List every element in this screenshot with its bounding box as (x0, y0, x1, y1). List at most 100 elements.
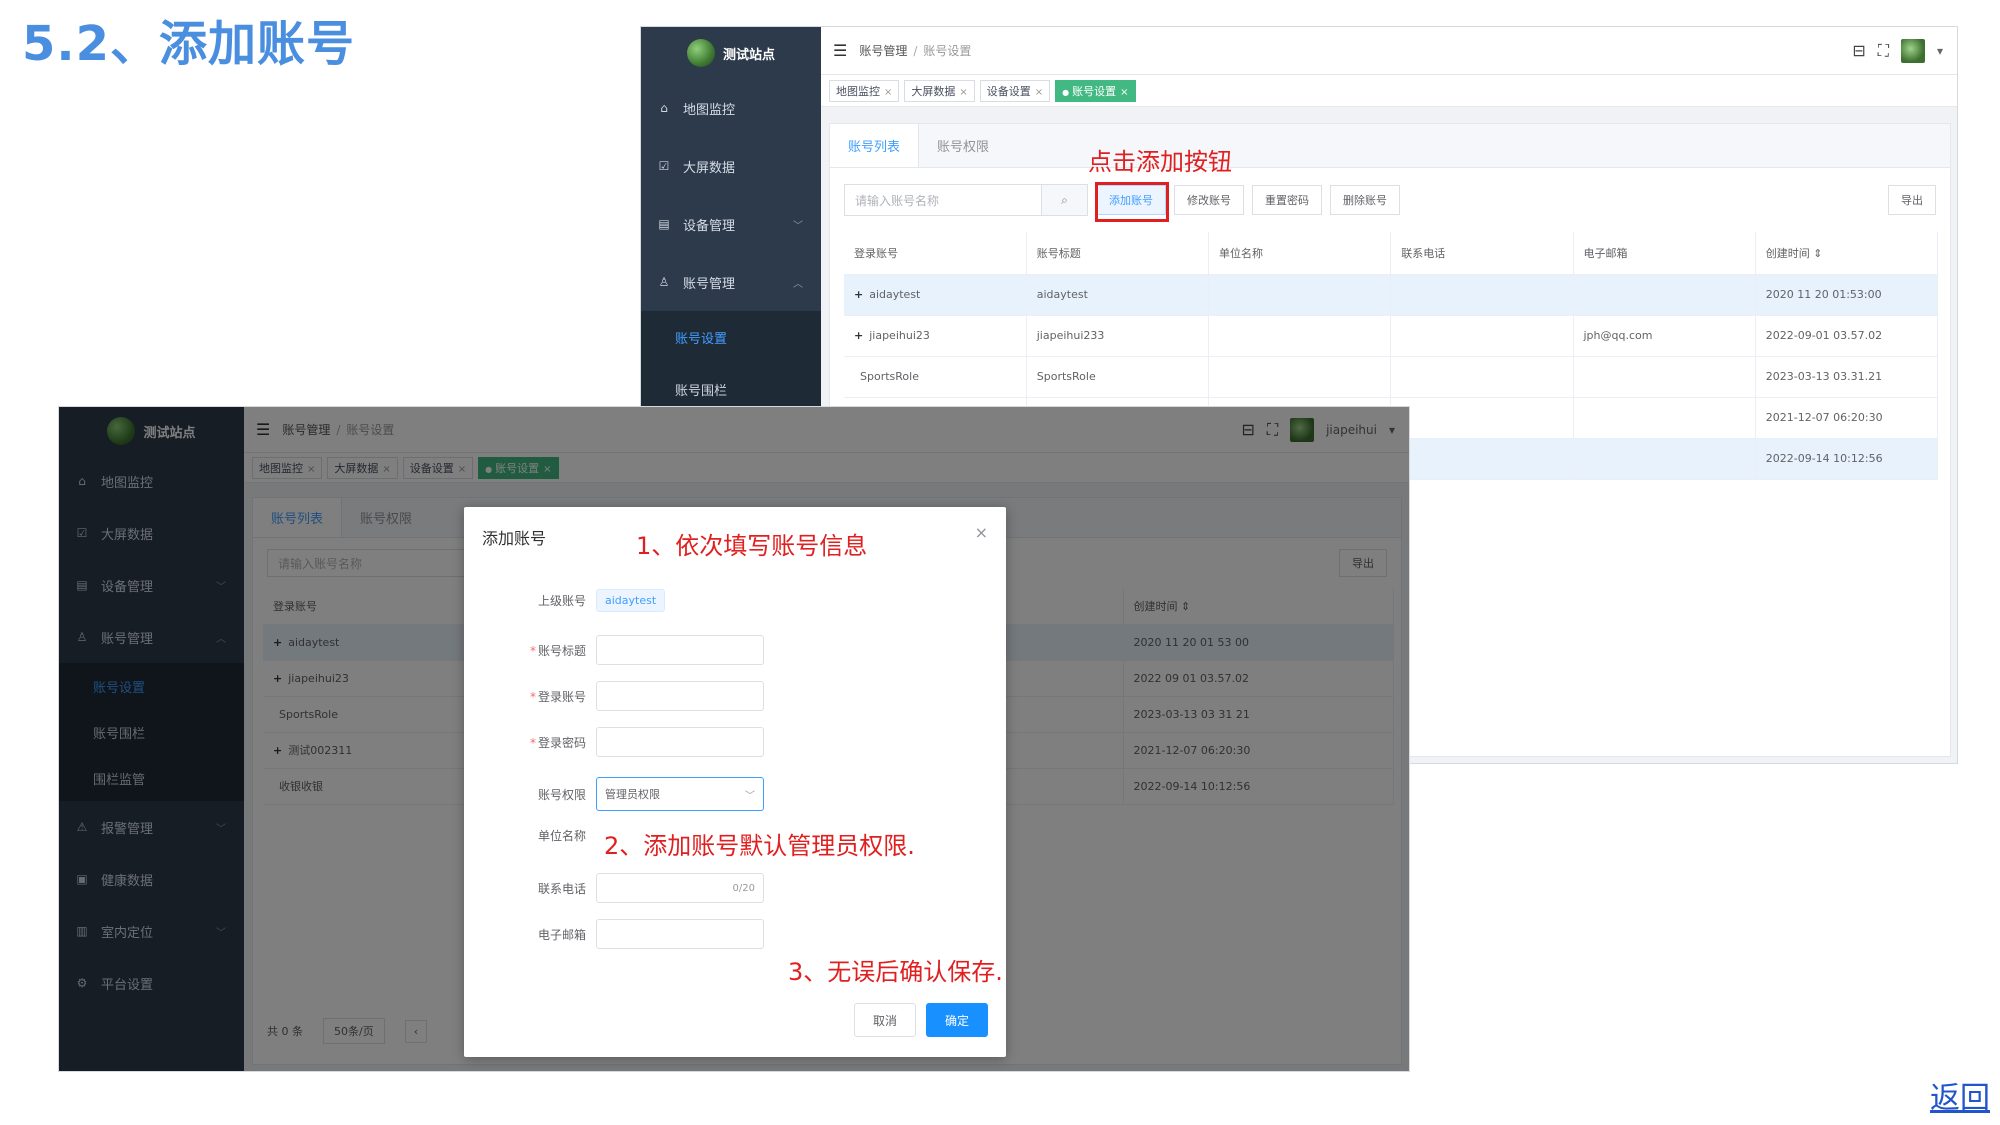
menu-label: 设备管理 (683, 218, 736, 234)
label-text: 登录密码 (537, 735, 586, 750)
cell-email (1573, 274, 1756, 316)
tag-account[interactable]: 账号设置× (1055, 79, 1136, 102)
toolbar: 请输入账号名称 ⌕ 添加账号 修改账号 重置密码 删除账号 导出 (830, 168, 1950, 232)
close-icon[interactable]: × (959, 87, 967, 98)
col-phone: 联系电话 (1390, 232, 1574, 275)
tag-screen[interactable]: 大屏数据× (904, 79, 975, 102)
required-mark: * (529, 735, 536, 750)
email-input[interactable] (596, 919, 764, 949)
cell-login: + aidaytest (844, 274, 1027, 316)
hamburger-icon[interactable]: ☰ (833, 41, 847, 60)
edit-account-button[interactable]: 修改账号 (1174, 185, 1244, 215)
breadcrumb: 账号管理 / 账号设置 (859, 42, 971, 59)
table-row[interactable]: + jiapeihui23 jiapeihui233 jph@qq.com 202… (844, 315, 1939, 357)
field-label: * 登录账号 (464, 688, 596, 705)
slide-title: 5.2、添加账号 (22, 16, 356, 72)
expand-icon[interactable]: + (854, 329, 863, 342)
cell-email (1573, 356, 1756, 398)
table-header: 登录账号 账号标题 单位名称 联系电话 电子邮箱 创建时间 ⇕ (844, 232, 1939, 275)
cell-created: 2021-12-07 06:20:30 (1755, 397, 1939, 439)
expand-icon[interactable]: + (854, 288, 863, 301)
menu-item-screen[interactable]: ☑ 大屏数据 (641, 137, 821, 195)
table-row[interactable]: + aidaytest aidaytest 2020 11 20 01:53:00 (844, 274, 1939, 316)
size-icon[interactable]: ⊟ (1852, 41, 1865, 60)
menu-item-device[interactable]: ▤ 设备管理 ﹀ (641, 195, 821, 253)
cell-phone (1390, 356, 1574, 398)
field-phone: 联系电话 0/20 (464, 873, 764, 903)
cell-email: jph@qq.com (1573, 315, 1756, 357)
cell-created: 2023-03-13 03.31.21 (1755, 356, 1939, 398)
close-icon[interactable]: × (1035, 87, 1043, 98)
cell-created: 2020 11 20 01:53:00 (1755, 274, 1939, 316)
tag-label: 地图监控 (836, 84, 880, 98)
breadcrumb-parent[interactable]: 账号管理 (859, 44, 907, 58)
field-parent-account: 上级账号 aidaytest (464, 589, 666, 612)
cell-created: 2022-09-14 10:12:56 (1755, 438, 1939, 480)
tag-label: 账号设置 (1072, 84, 1117, 98)
account-title-input[interactable] (596, 635, 764, 665)
user-dropdown[interactable]: ▾ (1937, 44, 1943, 58)
close-icon[interactable]: × (884, 87, 892, 98)
field-email: 电子邮箱 (464, 919, 764, 949)
field-account-title: * 账号标题 (464, 635, 764, 665)
delete-account-button[interactable]: 删除账号 (1330, 185, 1400, 215)
login-account-input[interactable] (596, 681, 764, 711)
server-icon: ▤ (658, 217, 670, 231)
field-label: * 账号标题 (464, 642, 596, 659)
dialog-title: 添加账号 (482, 529, 547, 548)
submenu-label: 账号围栏 (675, 383, 728, 399)
export-button[interactable]: 导出 (1888, 185, 1936, 215)
tab-account-permissions[interactable]: 账号权限 (919, 124, 1007, 167)
close-icon[interactable]: × (975, 523, 988, 542)
menu-item-map[interactable]: ⌂ 地图监控 (641, 79, 821, 137)
cell-unit (1208, 274, 1392, 316)
search-placeholder: 请输入账号名称 (855, 193, 940, 208)
password-input[interactable] (596, 727, 764, 757)
field-login-password: * 登录密码 (464, 727, 764, 757)
back-link[interactable]: 返回 (1930, 1073, 1990, 1117)
tag-map[interactable]: 地图监控 × (829, 79, 900, 102)
char-counter: 0/20 (732, 882, 755, 894)
field-label: 单位名称 (464, 827, 596, 844)
cell-title: aidaytest (1026, 274, 1210, 316)
cell-phone (1390, 438, 1574, 480)
avatar[interactable] (1900, 38, 1925, 63)
search-icon[interactable]: ⌕ (1041, 185, 1087, 215)
cell-phone (1390, 397, 1574, 439)
submenu-item-account-settings[interactable]: 账号设置 (641, 311, 821, 363)
label-text: 上级账号 (537, 594, 586, 608)
sitemap-icon: ♙ (658, 275, 670, 289)
col-created[interactable]: 创建时间 ⇕ (1755, 232, 1939, 275)
annotation-step2: 2、添加账号默认管理员权限. (604, 832, 915, 860)
cancel-button[interactable]: 取消 (854, 1003, 916, 1037)
permission-select[interactable]: 管理员权限 ﹀ (596, 777, 764, 811)
close-icon[interactable]: × (1120, 87, 1128, 98)
reset-password-button[interactable]: 重置密码 (1252, 185, 1322, 215)
search-input[interactable]: 请输入账号名称 ⌕ (844, 184, 1088, 216)
breadcrumb-separator: / (913, 44, 918, 58)
phone-input[interactable]: 0/20 (596, 873, 764, 903)
col-title: 账号标题 (1026, 232, 1210, 275)
table-row[interactable]: SportsRole SportsRole 2023-03-13 03.31.2… (844, 356, 1939, 398)
field-label: 联系电话 (464, 880, 596, 897)
select-value: 管理员权限 (605, 788, 660, 801)
cell-text: aidaytest (869, 288, 921, 301)
chevron-up-icon: ︿ (793, 278, 803, 290)
cell-email (1573, 397, 1756, 439)
breadcrumb-current: 账号设置 (923, 44, 972, 58)
field-login-account: * 登录账号 (464, 681, 764, 711)
fullscreen-icon[interactable]: ⛶ (1878, 41, 1889, 61)
cell-text: jiapeihui23 (869, 329, 930, 342)
label-text: 单位名称 (537, 829, 586, 843)
col-email: 电子邮箱 (1573, 232, 1756, 275)
menu-item-account[interactable]: ♙ 账号管理 ︿ (641, 253, 821, 311)
annotation-click-add: 点击添加按钮 (1088, 148, 1232, 176)
tag-device[interactable]: 设备设置 × (979, 79, 1051, 102)
confirm-button[interactable]: 确定 (926, 1003, 988, 1037)
required-mark: * (529, 643, 536, 658)
submenu-label: 账号设置 (675, 331, 728, 347)
brand: 测试站点 (641, 27, 821, 79)
header-actions: ⊟ ⛶ ▾ (1852, 38, 1943, 63)
tab-account-list[interactable]: 账号列表 (830, 124, 920, 167)
label-text: 联系电话 (537, 881, 586, 896)
